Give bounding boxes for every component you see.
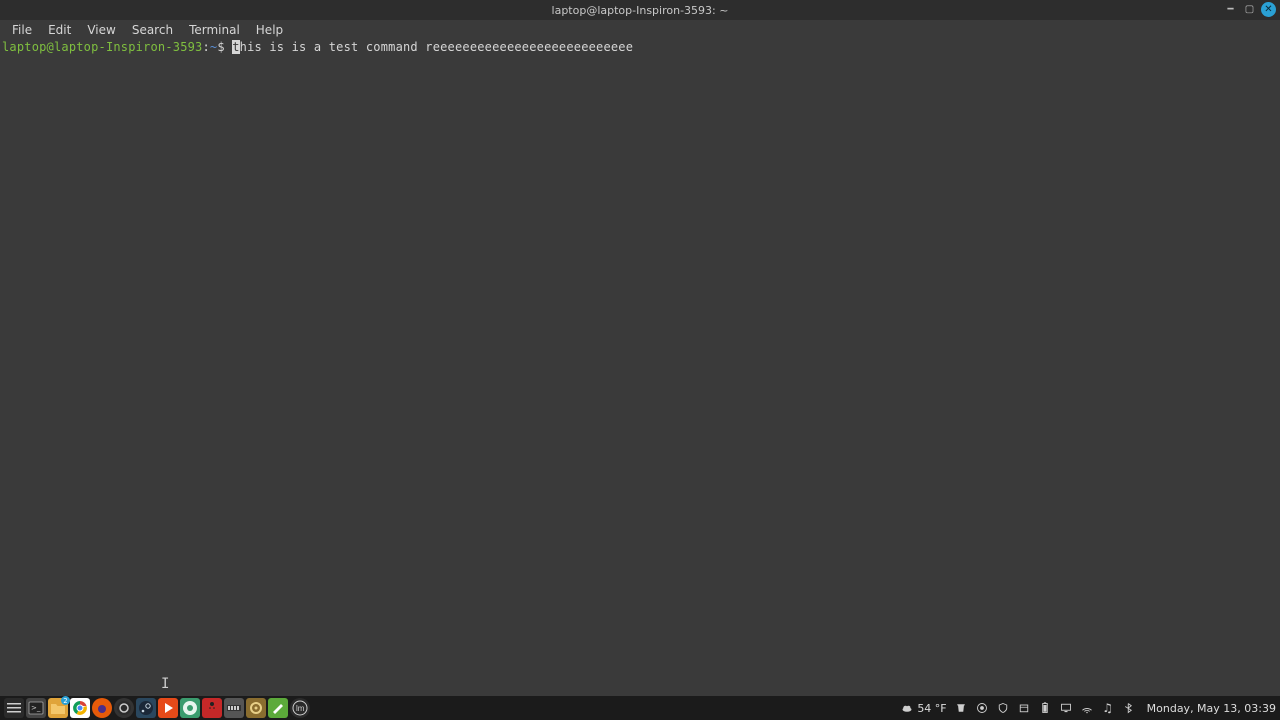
network-icon[interactable] [1080,701,1094,715]
taskbar: >_ 2 [0,696,1280,720]
prompt-separator: : [202,40,209,54]
ladybug-app-icon[interactable] [202,698,222,718]
menu-terminal[interactable]: Terminal [181,21,248,39]
menubar: File Edit View Search Terminal Help [0,20,1280,40]
weather-temp: 54 °F [917,702,946,715]
prompt-userhost: laptop@laptop-Inspiron-3593 [2,40,202,54]
vscode-app-icon[interactable] [180,698,200,718]
close-button[interactable]: ✕ [1261,2,1276,17]
text-cursor-icon: I [161,676,170,692]
steam-app-icon[interactable] [136,698,156,718]
window-controls: ━ ▢ ✕ [1223,2,1276,17]
files-app-icon[interactable]: 2 [48,698,68,718]
trash-icon[interactable] [954,701,968,715]
cloud-icon [900,701,914,715]
svg-text:>_: >_ [31,704,41,712]
audio-icon[interactable]: ♫ [1101,701,1115,715]
taskbar-tray: 54 °F ♫ Monday, May 13, 03:39 [900,701,1276,715]
terminal-area[interactable]: laptop@laptop-Inspiron-3593:~$ this is i… [0,40,1280,696]
svg-text:lm: lm [296,704,305,713]
maximize-button[interactable]: ▢ [1242,2,1257,17]
taskbar-app-launchers: >_ 2 [4,698,310,718]
weather-widget[interactable]: 54 °F [900,701,946,715]
window-titlebar: laptop@laptop-Inspiron-3593: ~ ━ ▢ ✕ [0,0,1280,20]
files-badge: 2 [61,696,70,705]
monitor-icon[interactable] [1059,701,1073,715]
editor-app-icon[interactable] [268,698,288,718]
battery-icon[interactable] [1038,701,1052,715]
obs-app-icon[interactable] [114,698,134,718]
menu-file[interactable]: File [4,21,40,39]
taskbar-clock[interactable]: Monday, May 13, 03:39 [1143,702,1276,715]
terminal-cursor: t [232,40,239,54]
terminal-command-text: his is is a test command reeeeeeeeeeeeee… [240,40,634,54]
menu-search[interactable]: Search [124,21,181,39]
record-icon[interactable] [975,701,989,715]
menu-edit[interactable]: Edit [40,21,79,39]
prompt-symbol: $ [217,40,224,54]
menu-icon[interactable] [4,698,24,718]
media-app-icon[interactable] [158,698,178,718]
chrome-app-icon[interactable] [70,698,90,718]
gear-app-icon[interactable] [246,698,266,718]
menu-view[interactable]: View [79,21,123,39]
window-title: laptop@laptop-Inspiron-3593: ~ [552,4,729,17]
shield-icon[interactable] [996,701,1010,715]
minimize-button[interactable]: ━ [1223,2,1238,17]
package-icon[interactable] [1017,701,1031,715]
kdenlive-app-icon[interactable] [224,698,244,718]
firefox-app-icon[interactable] [92,698,112,718]
menu-help[interactable]: Help [248,21,291,39]
terminal-app-icon[interactable]: >_ [26,698,46,718]
mint-app-icon[interactable]: lm [290,698,310,718]
bluetooth-icon[interactable] [1122,701,1136,715]
